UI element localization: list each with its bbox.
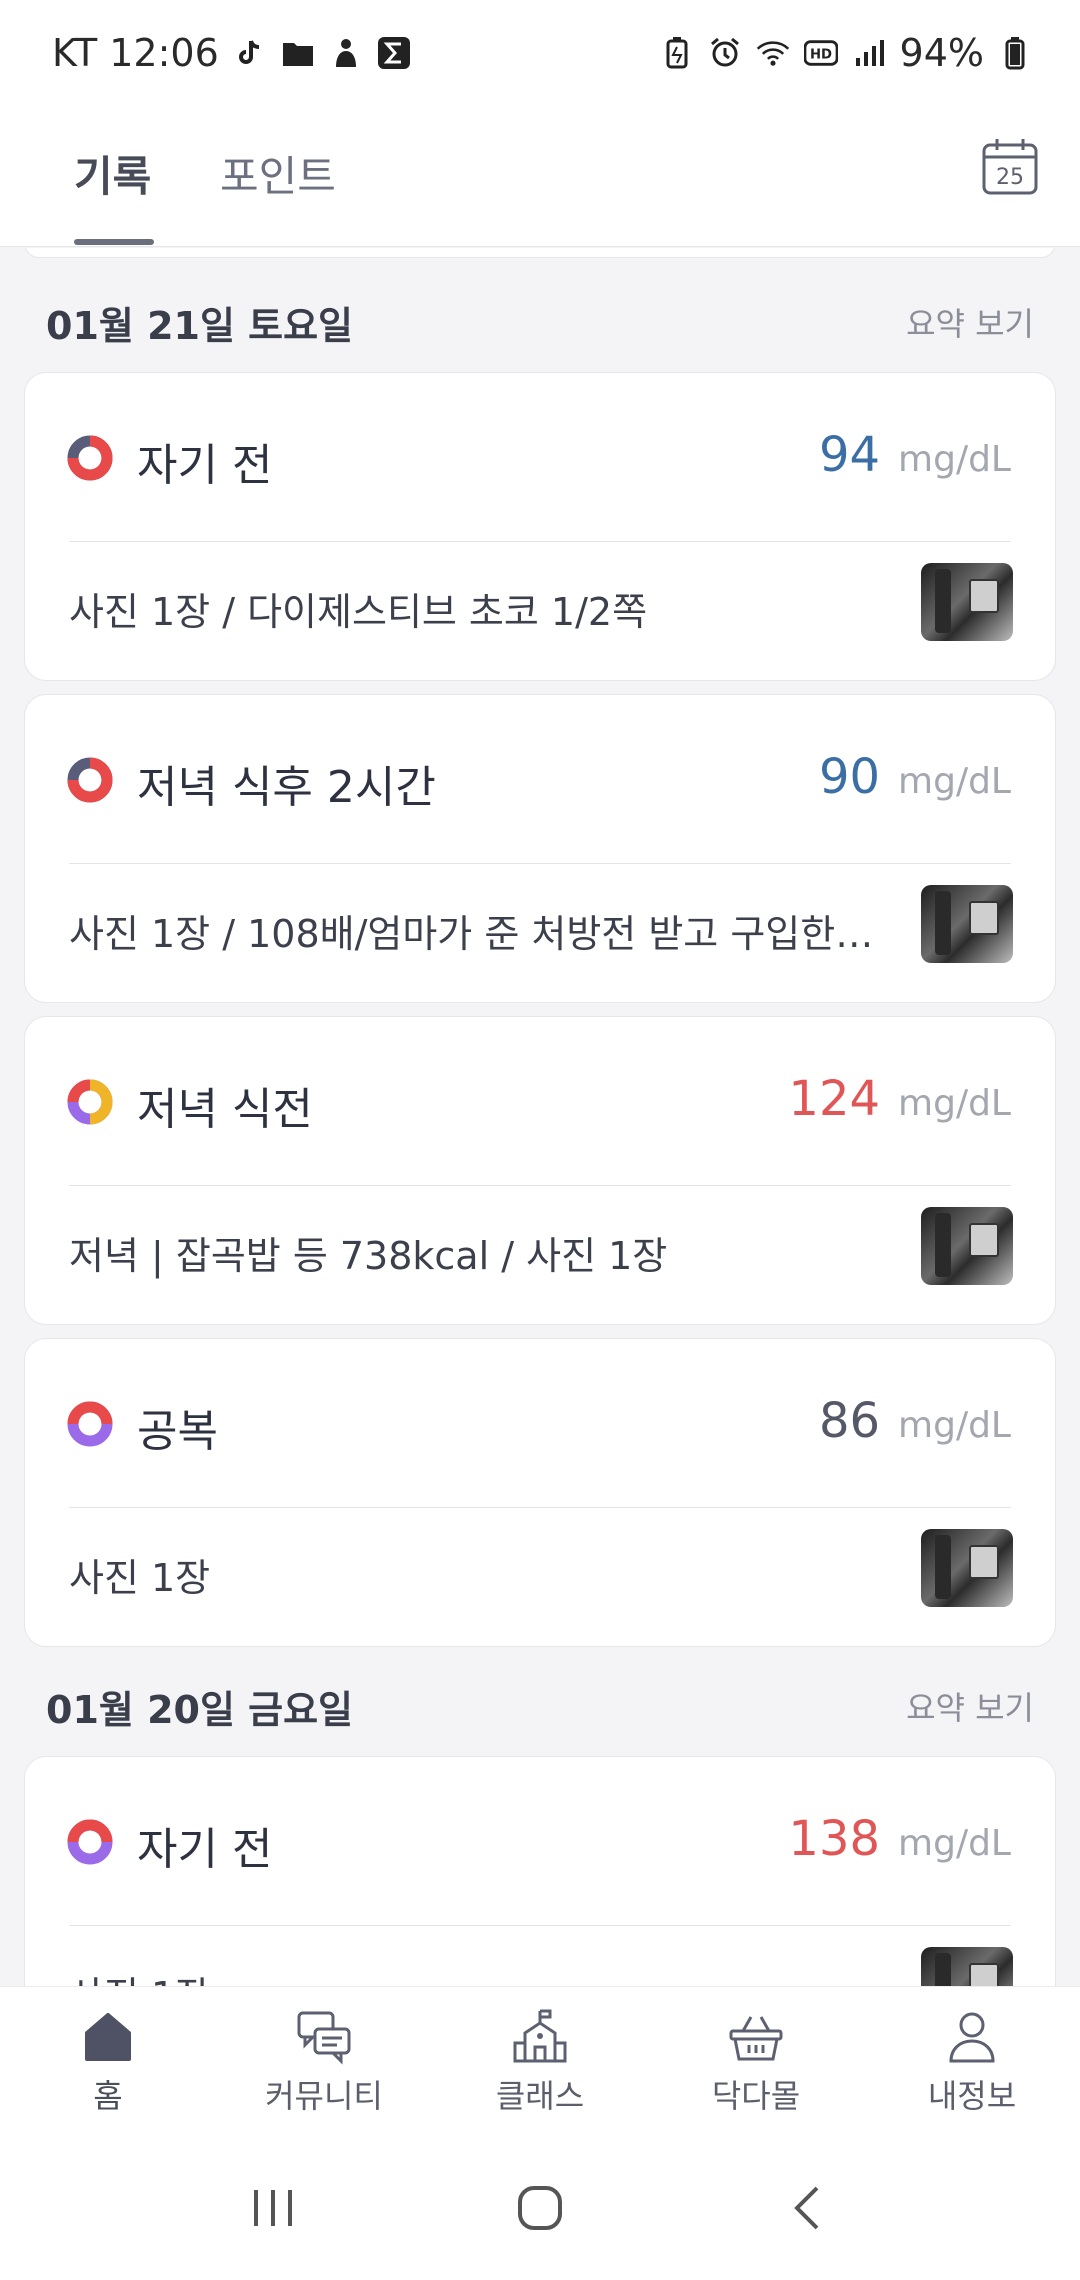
card-divider [69, 541, 1011, 542]
record-note: 사진 1장 / 108배/엄마가 준 처방전 받고 구입한… [69, 912, 874, 956]
photo-thumbnail[interactable] [921, 563, 1013, 641]
home-circle-icon [517, 2186, 562, 2230]
card-divider [69, 1507, 1011, 1508]
school-icon [513, 2009, 567, 2062]
glucose-value: 86 [818, 1393, 881, 1449]
nav-class[interactable]: 클래스 [440, 2007, 640, 2117]
nav-label: 닥다몰 [711, 2076, 801, 2115]
calendar-button[interactable]: 25 [980, 137, 1040, 197]
alarm-icon [708, 36, 742, 70]
glucose-reading: 138 mg/dL [788, 1811, 1011, 1867]
glucose-value: 94 [818, 427, 881, 483]
record-card[interactable]: 자기 전 94 mg/dL 사진 1장 / 다이제스티브 초코 1/2쪽 [24, 372, 1056, 681]
user-icon [949, 2012, 995, 2062]
day-header: 01월 21일 토요일 요약 보기 [0, 282, 1080, 362]
meal-label: 자기 전 [137, 1824, 273, 1875]
glucose-unit: mg/dL [898, 1083, 1011, 1124]
meal-label: 공복 [137, 1406, 218, 1457]
back-button[interactable] [772, 2173, 842, 2243]
photo-thumbnail[interactable] [921, 1529, 1013, 1607]
nav-label: 커뮤니티 [265, 2076, 383, 2115]
meal-status-ring-icon [67, 757, 113, 803]
meal-status-ring-icon [67, 1079, 113, 1125]
glucose-reading: 86 mg/dL [819, 1393, 1011, 1449]
record-card[interactable]: 저녁 식후 2시간 90 mg/dL 사진 1장 / 108배/엄마가 준 처방… [24, 694, 1056, 1003]
day-title: 01월 21일 토요일 [46, 303, 354, 348]
battery-saver-icon [660, 36, 694, 70]
glucose-reading: 90 mg/dL [819, 749, 1011, 805]
photo-thumbnail[interactable] [921, 885, 1013, 963]
meal-label: 저녁 식후 2시간 [137, 762, 436, 813]
tiktok-icon [233, 36, 267, 70]
svg-text:HD: HD [810, 47, 832, 62]
chat-icon [297, 2011, 351, 2065]
glucose-reading: 124 mg/dL [788, 1071, 1011, 1127]
record-note: 저녁 | 잡곡밥 등 738kcal / 사진 1장 [69, 1234, 668, 1278]
status-bar-left: KT 12:06 [52, 31, 411, 75]
glucose-value: 138 [788, 1811, 881, 1867]
recents-icon [254, 2190, 293, 2226]
hd-icon: HD [803, 36, 838, 70]
active-tab-indicator [74, 239, 154, 245]
calendar-icon: 25 [982, 139, 1038, 195]
back-icon [793, 2186, 819, 2230]
glucose-unit: mg/dL [898, 1823, 1011, 1864]
record-card[interactable]: 공복 86 mg/dL 사진 1장 [24, 1338, 1056, 1647]
app-icon [329, 36, 363, 70]
sigma-icon [377, 36, 411, 70]
home-button[interactable] [505, 2173, 575, 2243]
summary-link[interactable]: 요약 보기 [906, 299, 1034, 345]
calendar-day: 25 [996, 165, 1024, 190]
app-header: 기록 포인트 25 [0, 105, 1080, 247]
card-divider [69, 1185, 1011, 1186]
glucose-unit: mg/dL [898, 1405, 1011, 1446]
status-bar: KT 12:06 HD 94% [0, 0, 1080, 105]
battery-percent: 94% [899, 30, 984, 75]
photo-thumbnail[interactable] [921, 1207, 1013, 1285]
recents-button[interactable] [238, 2173, 308, 2243]
nav-label: 내정보 [927, 2076, 1017, 2115]
bottom-navigation: 홈 커뮤니티 클래스 닥다몰 내정보 [0, 1986, 1080, 2136]
nav-label: 홈 [93, 2076, 123, 2115]
system-navigation-bar [0, 2136, 1080, 2280]
folder-icon [281, 36, 315, 70]
glucose-unit: mg/dL [898, 439, 1011, 480]
record-note: 사진 1장 [69, 1965, 889, 1986]
meal-status-ring-icon [67, 435, 113, 481]
nav-community[interactable]: 커뮤니티 [224, 2007, 424, 2117]
day-title: 01월 20일 금요일 [46, 1687, 354, 1732]
home-icon [85, 2012, 131, 2061]
record-card[interactable]: 자기 전 138 mg/dL 사진 1장 [24, 1756, 1056, 1986]
record-card[interactable]: 저녁 식전 124 mg/dL 저녁 | 잡곡밥 등 738kcal / 사진 … [24, 1016, 1056, 1325]
meal-label: 저녁 식전 [137, 1084, 313, 1135]
records-list[interactable]: 01월 21일 토요일 요약 보기 자기 전 94 mg/dL 사진 1장 / … [0, 248, 1080, 1986]
signal-icon [852, 36, 886, 70]
glucose-value: 124 [788, 1071, 881, 1127]
nav-profile[interactable]: 내정보 [872, 2007, 1072, 2117]
wifi-icon [756, 36, 790, 70]
previous-card-edge [24, 248, 1056, 258]
nav-mall[interactable]: 닥다몰 [656, 2007, 856, 2117]
carrier-time: KT 12:06 [52, 30, 219, 75]
card-divider [69, 1925, 1011, 1926]
record-note: 사진 1장 / 다이제스티브 초코 1/2쪽 [69, 590, 648, 634]
tab-points[interactable]: 포인트 [220, 143, 336, 204]
tab-records[interactable]: 기록 [74, 143, 151, 204]
battery-icon [998, 36, 1032, 70]
meal-label: 자기 전 [137, 440, 273, 491]
meal-status-ring-icon [67, 1819, 113, 1865]
summary-link[interactable]: 요약 보기 [906, 1683, 1034, 1729]
glucose-reading: 94 mg/dL [819, 427, 1011, 483]
meal-status-ring-icon [67, 1401, 113, 1447]
basket-icon [729, 2015, 783, 2060]
record-note: 사진 1장 [69, 1556, 211, 1600]
nav-label: 클래스 [495, 2076, 585, 2115]
card-divider [69, 863, 1011, 864]
day-header: 01월 20일 금요일 요약 보기 [0, 1666, 1080, 1746]
glucose-value: 90 [818, 749, 881, 805]
status-bar-right: HD 94% [660, 31, 1032, 75]
photo-thumbnail[interactable] [921, 1947, 1013, 1986]
glucose-unit: mg/dL [898, 761, 1011, 802]
nav-home[interactable]: 홈 [8, 2007, 208, 2117]
